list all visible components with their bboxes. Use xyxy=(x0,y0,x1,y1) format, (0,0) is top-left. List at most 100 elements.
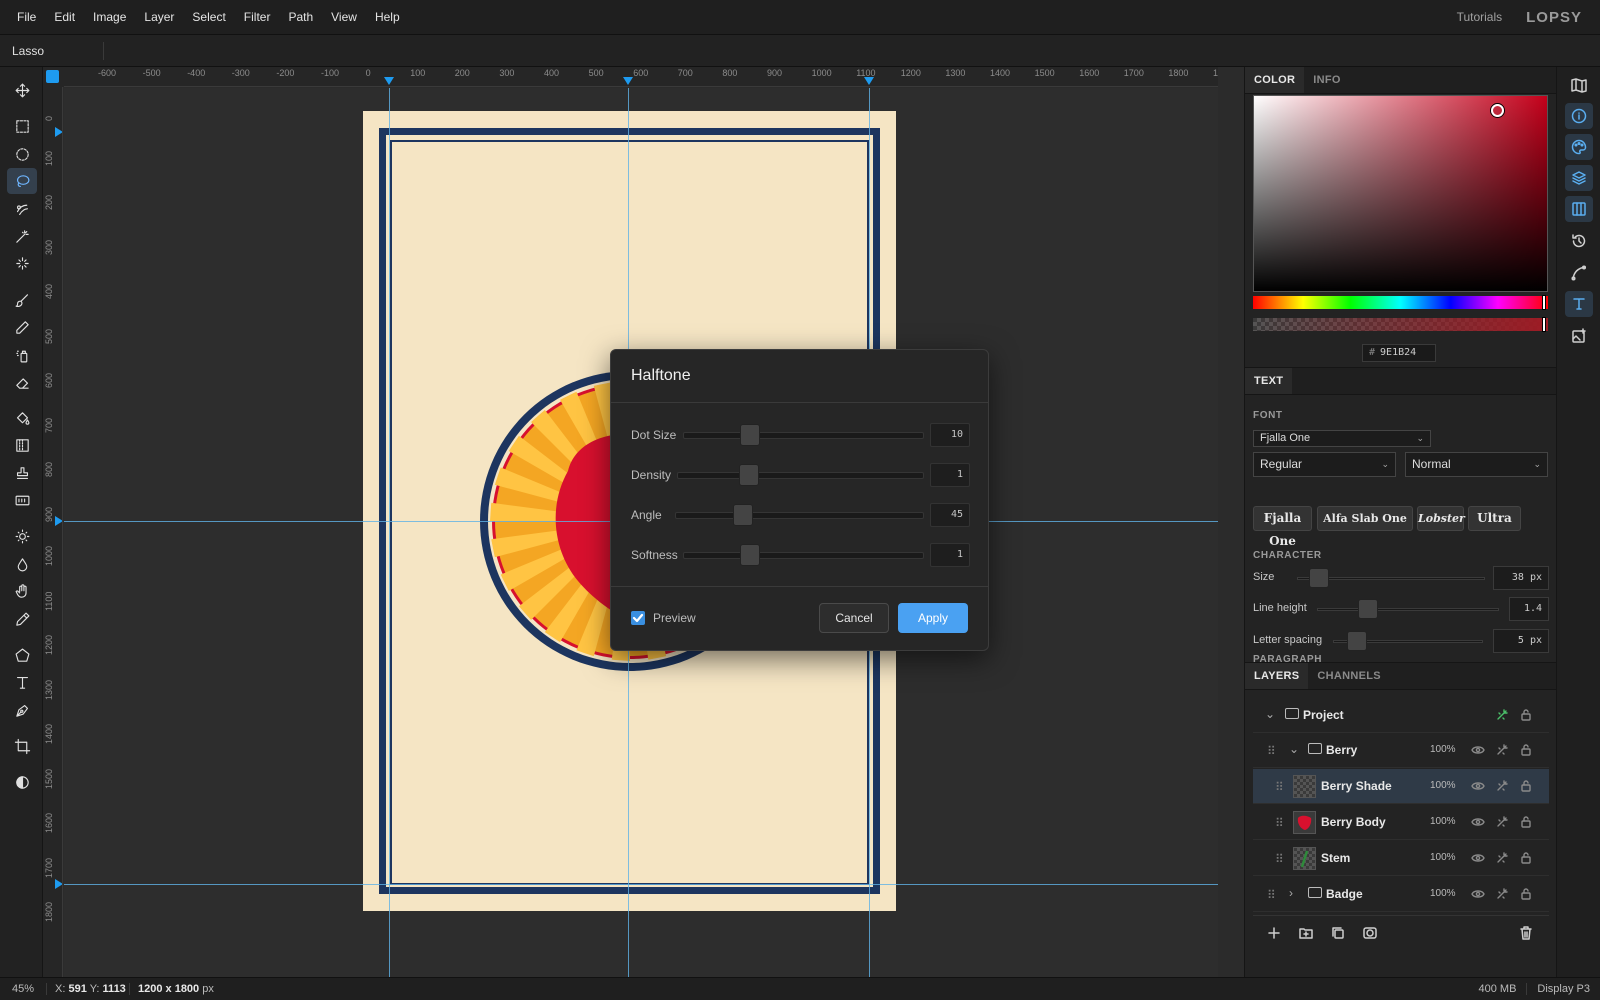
angle-thumb[interactable] xyxy=(733,504,753,526)
add-mask-button[interactable] xyxy=(1362,925,1378,941)
density-track[interactable] xyxy=(677,464,924,486)
effects-icon[interactable] xyxy=(1495,708,1509,722)
hue-slider[interactable] xyxy=(1253,295,1548,310)
layer-row-berry-body[interactable]: ⠿ Berry Body 100% xyxy=(1253,805,1549,840)
font-chip-ultra[interactable]: Ultra xyxy=(1468,506,1521,531)
guide-marker-top[interactable] xyxy=(384,77,394,85)
layer-opacity[interactable]: 100% xyxy=(1430,744,1456,755)
size-thumb[interactable] xyxy=(1309,568,1329,588)
menu-path[interactable]: Path xyxy=(279,10,322,24)
spray-tool[interactable] xyxy=(7,342,37,368)
drag-handle-icon[interactable]: ⠿ xyxy=(1267,888,1276,902)
drag-handle-icon[interactable]: ⠿ xyxy=(1275,852,1284,866)
eye-icon[interactable] xyxy=(1471,743,1485,757)
dodge-tool[interactable] xyxy=(7,523,37,549)
quick-select-tool[interactable] xyxy=(7,196,37,222)
effects-icon[interactable] xyxy=(1495,815,1509,829)
layer-opacity[interactable]: 100% xyxy=(1430,816,1456,827)
pattern-tool[interactable] xyxy=(7,487,37,513)
blur-tool[interactable] xyxy=(7,551,37,577)
effects-icon[interactable] xyxy=(1495,887,1509,901)
lock-icon[interactable] xyxy=(1519,743,1533,757)
text-panel-button[interactable] xyxy=(1565,291,1593,317)
softness-track[interactable] xyxy=(683,544,924,566)
pen-tool[interactable] xyxy=(7,697,37,723)
tab-info[interactable]: INFO xyxy=(1304,67,1349,93)
add-layer-button[interactable] xyxy=(1266,925,1282,941)
menu-file[interactable]: File xyxy=(8,10,45,24)
eyedropper-tool[interactable] xyxy=(7,606,37,632)
color-picker-handle[interactable] xyxy=(1491,104,1504,117)
preview-checkbox[interactable] xyxy=(631,611,645,625)
font-variant-select[interactable]: Normal ⌄ xyxy=(1405,452,1548,477)
menu-layer[interactable]: Layer xyxy=(135,10,183,24)
softness-thumb[interactable] xyxy=(740,544,760,566)
effects-icon[interactable] xyxy=(1495,743,1509,757)
guide-vertical-left[interactable] xyxy=(389,88,390,977)
paths-panel-button[interactable] xyxy=(1565,260,1593,286)
contrast-tool[interactable] xyxy=(7,769,37,795)
spot-heal-tool[interactable] xyxy=(7,250,37,276)
cancel-button[interactable]: Cancel xyxy=(819,603,889,633)
tab-color[interactable]: COLOR xyxy=(1245,67,1305,93)
layer-row-berry-shade[interactable]: ⠿ Berry Shade 100% xyxy=(1253,769,1549,804)
guide-horizontal-bottom[interactable] xyxy=(64,884,1218,885)
effects-icon[interactable] xyxy=(1495,779,1509,793)
alpha-slider[interactable] xyxy=(1253,317,1548,332)
layer-row-stem[interactable]: ⠿ Stem 100% xyxy=(1253,841,1549,876)
magic-wand-tool[interactable] xyxy=(7,223,37,249)
guide-marker-top[interactable] xyxy=(864,77,874,85)
layer-opacity[interactable]: 100% xyxy=(1430,852,1456,863)
zoom-level[interactable]: 45% xyxy=(0,983,47,995)
guide-marker-left[interactable] xyxy=(55,127,62,137)
font-chip-fjalla[interactable]: Fjalla One xyxy=(1253,506,1312,548)
font-family-select[interactable]: Fjalla One ⌄ xyxy=(1253,430,1431,447)
chevron-right-icon[interactable]: › xyxy=(1289,886,1293,900)
color-panel-button[interactable] xyxy=(1565,134,1593,160)
layer-row-berry[interactable]: ⠿ ⌄ Berry 100% xyxy=(1253,733,1549,768)
chevron-down-icon[interactable]: ⌄ xyxy=(1265,707,1275,721)
eye-icon[interactable] xyxy=(1471,887,1485,901)
lock-icon[interactable] xyxy=(1519,708,1533,722)
lock-icon[interactable] xyxy=(1519,815,1533,829)
brush-tool[interactable] xyxy=(7,287,37,313)
stamp-tool[interactable] xyxy=(7,460,37,486)
lock-icon[interactable] xyxy=(1519,851,1533,865)
history-panel-button[interactable] xyxy=(1565,228,1593,254)
letter-spacing-value[interactable]: 5 px xyxy=(1493,629,1549,653)
chevron-down-icon[interactable]: ⌄ xyxy=(1289,742,1299,756)
layer-row-badge[interactable]: ⠿ › Badge 100% xyxy=(1253,877,1549,912)
menu-view[interactable]: View xyxy=(322,10,366,24)
dot-size-track[interactable] xyxy=(683,424,924,446)
guide-marker-top[interactable] xyxy=(623,77,633,85)
guide-marker-left[interactable] xyxy=(55,516,62,526)
density-thumb[interactable] xyxy=(739,464,759,486)
drag-handle-icon[interactable]: ⠿ xyxy=(1275,816,1284,830)
dot-size-thumb[interactable] xyxy=(740,424,760,446)
tab-layers[interactable]: LAYERS xyxy=(1245,663,1309,689)
menu-filter[interactable]: Filter xyxy=(235,10,280,24)
drag-handle-icon[interactable]: ⠿ xyxy=(1275,780,1284,794)
shape-tool[interactable] xyxy=(7,642,37,668)
guide-marker-left[interactable] xyxy=(55,879,62,889)
lock-icon[interactable] xyxy=(1519,779,1533,793)
text-tool[interactable] xyxy=(7,669,37,695)
density-value[interactable]: 1 xyxy=(930,463,970,487)
layer-opacity[interactable]: 100% xyxy=(1430,888,1456,899)
drag-handle-icon[interactable]: ⠿ xyxy=(1267,744,1276,758)
tab-channels[interactable]: CHANNELS xyxy=(1308,663,1390,689)
lock-icon[interactable] xyxy=(1519,887,1533,901)
angle-value[interactable]: 45 xyxy=(930,503,970,527)
dot-size-value[interactable]: 10 xyxy=(930,423,970,447)
channels-panel-button[interactable] xyxy=(1565,196,1593,222)
eye-icon[interactable] xyxy=(1471,779,1485,793)
tutorials-link[interactable]: Tutorials xyxy=(1457,10,1503,24)
hex-input[interactable]: #9E1B24 xyxy=(1362,344,1436,362)
letter-spacing-thumb[interactable] xyxy=(1347,631,1367,651)
line-height-thumb[interactable] xyxy=(1358,599,1378,619)
font-style-select[interactable]: Regular ⌄ xyxy=(1253,452,1396,477)
angle-track[interactable] xyxy=(675,504,924,526)
line-height-value[interactable]: 1.4 xyxy=(1509,597,1549,621)
duplicate-layer-button[interactable] xyxy=(1330,925,1346,941)
menu-select[interactable]: Select xyxy=(183,10,234,24)
